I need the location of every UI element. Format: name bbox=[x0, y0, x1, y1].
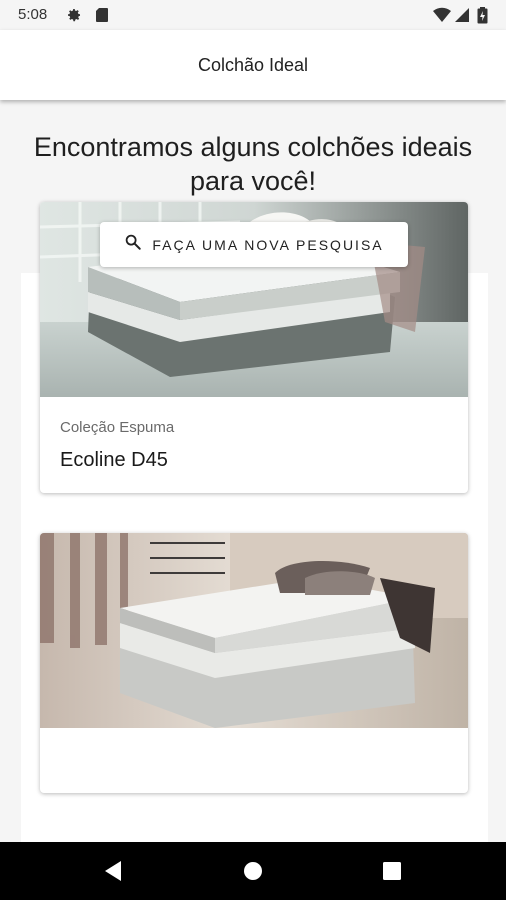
settings-icon bbox=[66, 7, 82, 28]
status-bar: 5:08 bbox=[0, 0, 506, 30]
product-name: Ecoline D45 bbox=[60, 449, 168, 471]
search-icon bbox=[124, 233, 142, 256]
wifi-icon bbox=[433, 7, 451, 28]
navigation-bar bbox=[0, 842, 506, 900]
back-icon[interactable] bbox=[103, 860, 123, 887]
new-search-label: FAÇA UMA NOVA PESQUISA bbox=[152, 236, 384, 253]
app-bar: Colchão Ideal bbox=[0, 30, 506, 100]
sd-card-icon bbox=[95, 7, 109, 28]
product-collection: Coleção Espuma bbox=[60, 419, 175, 436]
new-search-button[interactable]: FAÇA UMA NOVA PESQUISA bbox=[100, 222, 408, 267]
battery-icon bbox=[477, 7, 488, 29]
product-card[interactable] bbox=[40, 533, 468, 793]
mattress-image bbox=[40, 533, 468, 728]
page-headline: Encontramos alguns colchões ideais para … bbox=[33, 132, 473, 196]
app-title: Colchão Ideal bbox=[197, 54, 309, 75]
signal-icon bbox=[454, 7, 470, 28]
recents-icon[interactable] bbox=[383, 862, 401, 885]
status-time: 5:08 bbox=[18, 6, 48, 23]
home-icon[interactable] bbox=[243, 861, 263, 886]
